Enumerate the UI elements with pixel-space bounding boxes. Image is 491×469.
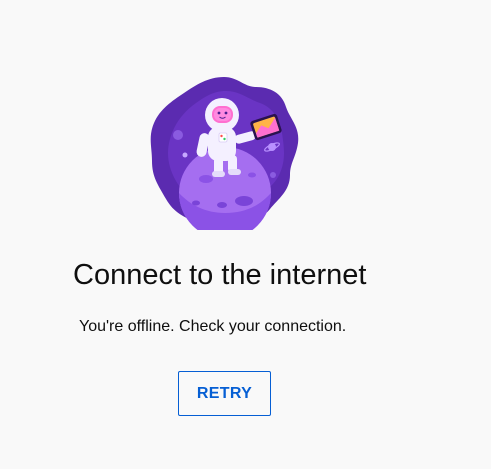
retry-button[interactable]: RETRY [178,371,271,416]
astronaut-on-planet-icon [148,75,300,239]
offline-page: Connect to the internet You're offline. … [0,0,491,469]
page-title: Connect to the internet [73,259,367,291]
offline-message: You're offline. Check your connection. [79,318,347,335]
